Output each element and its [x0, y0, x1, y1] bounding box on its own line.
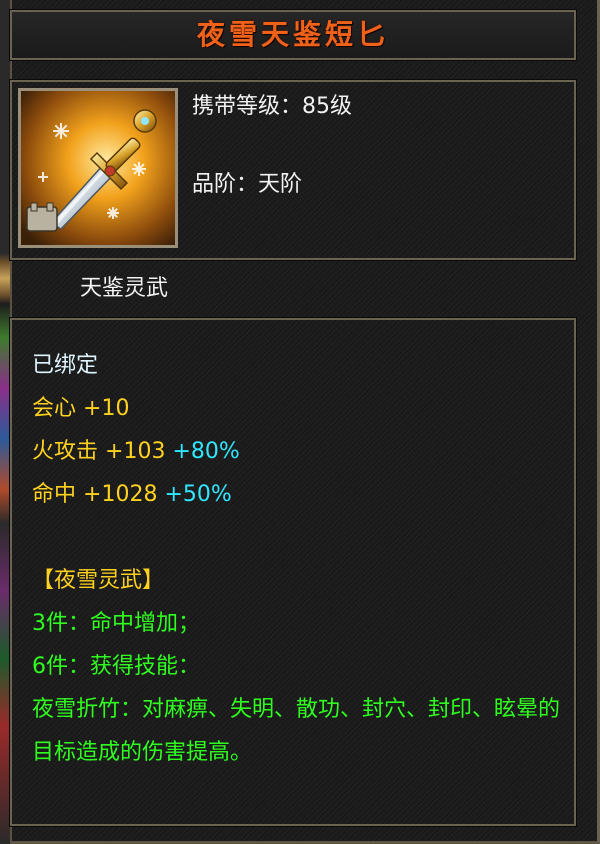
stat-fire-attack-label: 火攻击	[32, 439, 99, 464]
item-name: 夜雪天鉴短匕	[196, 18, 389, 51]
grade-text: 品阶：天阶	[192, 172, 303, 197]
set-name: 【夜雪灵武】	[32, 568, 165, 593]
dagger-icon	[18, 88, 178, 248]
carry-level-text: 携带等级：85级	[192, 94, 352, 119]
stat-hit-bonus: +50%	[164, 482, 232, 507]
stat-crit-label: 会心	[32, 396, 77, 421]
bound-status: 已绑定	[32, 353, 99, 378]
set-bonus-6: 6件：获得技能：	[32, 654, 200, 679]
stat-hit-label: 命中	[32, 482, 77, 507]
set-bonus-3: 3件：命中增加；	[32, 611, 200, 636]
dagger-icon-art	[21, 91, 175, 245]
item-info-box: 携带等级：85级 品阶：天阶	[9, 79, 577, 261]
stat-fire-attack: 火攻击 +103 +80%	[32, 430, 574, 473]
stat-crit: 会心 +10	[32, 387, 574, 430]
set-skill-description: 夜雪折竹：对麻痹、失明、散功、封穴、封印、眩晕的目标造成的伤害提高。	[32, 697, 561, 765]
item-series-label: 天鉴灵武	[80, 276, 169, 301]
item-title-bar: 夜雪天鉴短匕	[9, 9, 577, 61]
background-game-ui-strip	[0, 0, 10, 844]
stat-fire-attack-value: +103	[105, 439, 166, 464]
stat-fire-attack-bonus: +80%	[172, 439, 240, 464]
item-stats-box: 已绑定 会心 +10 火攻击 +103 +80% 命中 +1028 +50% 【…	[9, 317, 577, 827]
stat-crit-value: +10	[83, 396, 130, 421]
stat-hit: 命中 +1028 +50%	[32, 473, 574, 516]
stat-hit-value: +1028	[83, 482, 158, 507]
